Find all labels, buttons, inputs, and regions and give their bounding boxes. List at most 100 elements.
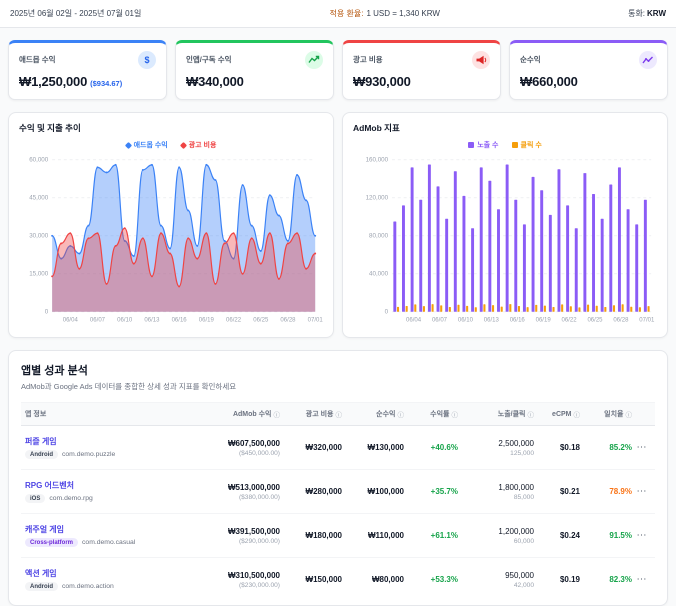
svg-text:0: 0 [385, 309, 389, 316]
svg-text:06/04: 06/04 [63, 318, 79, 324]
date-range-picker[interactable]: 2025년 06월 02일 - 2025년 07월 01일 [10, 8, 141, 19]
impressions-value: 1,800,000 [498, 483, 534, 493]
stat-card-usd-value: ($934.67) [90, 79, 123, 88]
app-name-link[interactable]: 액션 게임 [25, 568, 57, 579]
ecpm-cell: $0.19 [534, 575, 580, 584]
admob-metrics-chart-card: AdMob 지표 노출 수 클릭 수 0 40,000 80,000 120,000 16… [342, 112, 668, 339]
dollar-icon: $ [138, 51, 156, 69]
row-menu-cell: ⋯ [632, 574, 651, 585]
stat-card-header: 광고 비용 [353, 51, 490, 69]
chart-title: 수익 및 지출 추이 [19, 123, 81, 133]
app-info-cell: 캐주얼 게임 Cross-platform com.demo.casual [25, 524, 185, 548]
ad-cost-value: ₩280,000 [305, 487, 342, 497]
impressions-value: 1,200,000 [498, 527, 534, 537]
admob-revenue-cell: ₩607,500,000 ($450,000.00) [185, 439, 280, 457]
stat-card-value-row: ₩340,000 [186, 74, 323, 89]
legend-item[interactable]: 광고 비용 [179, 140, 217, 150]
stat-card-value: ₩1,250,000 [19, 74, 88, 89]
app-meta: Android com.demo.puzzle [25, 450, 185, 460]
row-menu-button[interactable]: ⋯ [637, 486, 647, 497]
ecpm-cell: $0.21 [534, 487, 580, 496]
column-header-label: 노출/클릭 [497, 411, 526, 419]
svg-text:07/01: 07/01 [639, 318, 655, 324]
impressions-clicks-cell: 1,800,000 85,000 [458, 483, 534, 501]
package-name: com.demo.casual [82, 539, 136, 547]
admob-revenue-usd: ($290,000.00) [238, 537, 280, 545]
clicks-value: 60,000 [513, 537, 534, 545]
svg-text:06/16: 06/16 [172, 318, 188, 324]
stat-card-value: ₩340,000 [186, 74, 244, 89]
net-revenue-cell: ₩100,000 [342, 487, 404, 496]
admob-revenue-krw: ₩513,000,000 [227, 483, 280, 493]
column-header: 앱 정보 [25, 409, 185, 419]
table-row: 퍼즐 게임 Android com.demo.puzzle ₩607,500,000(… [21, 426, 655, 471]
legend-item[interactable]: 노출 수 [468, 140, 499, 150]
ecpm-value: $0.19 [559, 575, 580, 585]
column-header-label: AdMob 수익 [232, 411, 272, 419]
svg-text:30,000: 30,000 [29, 233, 49, 240]
stat-cards: 애드몹 수익 $ ₩1,250,000 ($934.67) 인앱/구독 수익 ₩… [8, 40, 668, 100]
currency-selector[interactable]: 통화: KRW [628, 8, 666, 19]
row-menu-cell: ⋯ [632, 486, 651, 497]
column-header: eCPM ⓘ [534, 409, 580, 420]
info-icon[interactable]: ⓘ [626, 409, 633, 419]
column-header-label: 순수익 [376, 411, 396, 419]
megaphone-icon [472, 51, 490, 69]
svg-text:60,000: 60,000 [29, 157, 49, 164]
column-header-label: 광고 비용 [305, 411, 334, 419]
svg-text:160,000: 160,000 [366, 157, 389, 164]
roi-value: +35.7% [430, 487, 458, 497]
package-name: com.demo.action [62, 583, 114, 591]
admob-revenue-cell: ₩310,500,000 ($230,000.00) [185, 571, 280, 589]
legend-item[interactable]: 클릭 수 [511, 140, 542, 150]
net-revenue-value: ₩130,000 [367, 443, 404, 453]
column-header: AdMob 수익 ⓘ [185, 409, 280, 419]
topbar: 2025년 06월 02일 - 2025년 07월 01일 적용 환율: 1 US… [0, 0, 676, 28]
match-rate-value: 82.3% [609, 575, 632, 585]
row-menu-button[interactable]: ⋯ [637, 442, 647, 453]
impressions-value: 950,000 [505, 571, 534, 581]
svg-text:06/16: 06/16 [510, 318, 526, 324]
ad-cost-cell: ₩150,000 [280, 575, 342, 584]
row-menu-cell: ⋯ [632, 442, 651, 453]
match-rate-cell: 91.5% [580, 531, 632, 540]
svg-text:06/04: 06/04 [406, 318, 422, 324]
legend-label: 광고 비용 [188, 142, 217, 149]
ad-cost-cell: ₩280,000 [280, 487, 342, 496]
row-menu-button[interactable]: ⋯ [637, 530, 647, 541]
clicks-value: 85,000 [513, 493, 534, 501]
stat-card-label: 순수익 [520, 55, 541, 64]
legend-item[interactable]: 애드몹 수익 [124, 140, 168, 150]
stat-card-net-revenue: 순수익 ₩660,000 [509, 40, 668, 100]
ad-cost-cell: ₩320,000 [280, 443, 342, 452]
match-rate-cell: 78.9% [580, 487, 632, 496]
app-performance-card: 앱별 성과 분석 AdMob과 Google Ads 데이터를 종합한 상세 성… [8, 350, 668, 606]
stat-card-value-row: ₩660,000 [520, 74, 657, 89]
net-revenue-cell: ₩110,000 [342, 531, 404, 540]
column-header-label: 앱 정보 [25, 411, 47, 419]
table-body: 퍼즐 게임 Android com.demo.puzzle ₩607,500,000(… [21, 426, 655, 601]
exchange-rate-value: 1 USD = 1,340 KRW [366, 9, 440, 18]
ecpm-value: $0.21 [559, 487, 580, 497]
app-name-link[interactable]: 퍼즐 게임 [25, 436, 57, 447]
bar-chart-svg: 0 40,000 80,000 120,000 160,000 06/04 06/07 06/… [366, 157, 655, 324]
app-name-link[interactable]: RPG 어드벤처 [25, 480, 74, 491]
admob-revenue-cell: ₩513,000,000 ($380,000.00) [185, 483, 280, 501]
ecpm-value: $0.18 [559, 443, 580, 453]
roi-cell: +35.7% [404, 487, 458, 496]
svg-text:07/01: 07/01 [308, 318, 323, 324]
roi-cell: +40.6% [404, 443, 458, 452]
roi-cell: +61.1% [404, 531, 458, 540]
admob-revenue-krw: ₩310,500,000 [227, 571, 280, 581]
svg-text:80,000: 80,000 [369, 233, 389, 240]
ad-cost-value: ₩320,000 [305, 443, 342, 453]
app-name-link[interactable]: 캐주얼 게임 [25, 524, 64, 535]
row-menu-button[interactable]: ⋯ [637, 574, 647, 585]
exchange-rate-label: 적용 환율: [329, 9, 364, 18]
net-revenue-value: ₩110,000 [367, 531, 404, 541]
column-header-label: 수익률 [430, 411, 450, 419]
line-chart-icon [639, 51, 657, 69]
svg-text:06/28: 06/28 [280, 318, 296, 324]
svg-text:0: 0 [45, 309, 49, 316]
table-row: RPG 어드벤처 iOS com.demo.rpg ₩513,000,000 ($380… [21, 470, 655, 515]
